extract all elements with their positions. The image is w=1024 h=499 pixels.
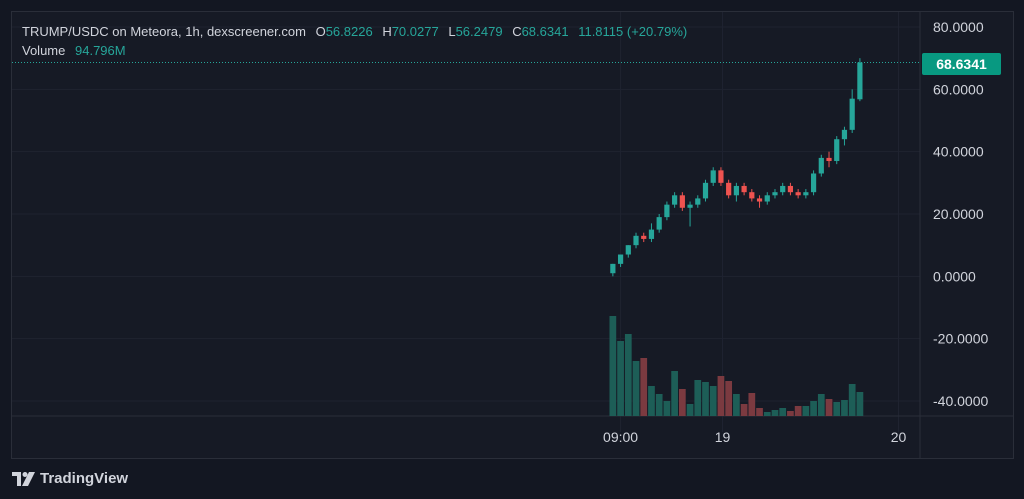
volume-bar [802, 406, 810, 416]
candle-body [849, 98, 855, 130]
low-label: L [448, 24, 456, 39]
volume-bar [817, 394, 825, 416]
symbol-title[interactable]: TRUMP/USDC on Meteora, 1h, dexscreener.c… [22, 24, 306, 39]
volume-bar [833, 402, 841, 416]
candle-body [741, 185, 747, 193]
legend-ohlc: TRUMP/USDC on Meteora, 1h, dexscreener.c… [22, 24, 687, 39]
x-tick-label: 09:00 [603, 429, 638, 445]
volume-bar [733, 394, 740, 416]
volume-bar [632, 361, 640, 416]
candle-body [834, 139, 840, 162]
legend-volume: Volume 94.796M [22, 43, 126, 58]
candle-body [826, 157, 832, 162]
candle-body [710, 170, 716, 183]
volume-bar [779, 408, 787, 416]
candle-body [810, 173, 817, 193]
open-value: 56.8226 [325, 24, 373, 39]
candle-body [656, 217, 662, 230]
y-tick-label: -20.0000 [933, 331, 988, 347]
x-tick-label: 19 [715, 429, 731, 445]
volume-bar [725, 381, 733, 416]
volume-value: 94.796M [75, 43, 126, 58]
candle-body [780, 185, 786, 193]
volume-bar [702, 382, 709, 416]
volume-bar [686, 404, 694, 416]
close-value: 68.6341 [521, 24, 569, 39]
candle-body [664, 204, 670, 218]
candle-body [672, 195, 678, 205]
volume-bar [640, 358, 648, 416]
volume-bar [848, 384, 856, 416]
volume-bar [794, 406, 802, 416]
chart-frame: 80.0000 60.0000 40.0000 20.0000 0.0000 -20.00… [11, 11, 1014, 459]
volume-bar [694, 380, 702, 416]
candle-body [764, 195, 770, 202]
candle-body [695, 198, 701, 205]
y-tick-label: 40.0000 [933, 144, 984, 160]
high-label: H [382, 24, 392, 39]
tradingview-logo-icon [12, 471, 35, 486]
volume-bar [841, 400, 848, 416]
open-label: O [315, 24, 326, 39]
candle-body [625, 245, 631, 255]
candle-body [841, 129, 848, 140]
y-tick-label: 80.0000 [933, 19, 984, 35]
candle-body [749, 192, 755, 199]
volume-bar [671, 371, 678, 416]
candle-body [617, 254, 624, 264]
volume-bar [771, 410, 779, 416]
change-value: 11.8115 (+20.79%) [578, 24, 688, 39]
volume-bar [655, 394, 663, 416]
volume-bar [709, 386, 717, 416]
volume-bar [856, 392, 864, 416]
close-label: C [512, 24, 522, 39]
tradingview-brand: TradingView [40, 470, 129, 487]
candle-body [718, 170, 724, 183]
x-tick-label: 20 [891, 429, 907, 445]
y-tick-label: -40.0000 [933, 393, 988, 409]
volume-bar [663, 401, 671, 416]
volume-bar [678, 389, 686, 416]
candle-body [818, 157, 824, 174]
candle-body [641, 235, 647, 239]
volume-bar [609, 316, 617, 416]
candle-body [795, 192, 801, 196]
candle-body [679, 195, 685, 208]
candle-body [648, 229, 655, 239]
chart-svg[interactable]: 80.0000 60.0000 40.0000 20.0000 0.0000 -20.00… [12, 12, 1013, 458]
candle-body [702, 182, 709, 199]
volume-bar [763, 412, 771, 416]
last-price-tag: 68.6341 [922, 53, 1001, 75]
candle-body [857, 62, 863, 100]
candle-body [787, 185, 794, 193]
candle-body [633, 235, 639, 246]
low-value: 56.2479 [455, 24, 503, 39]
y-tick-label: 60.0000 [933, 81, 984, 97]
volume-bar [624, 334, 632, 416]
y-tick-label: 20.0000 [933, 206, 984, 222]
volume-bar [825, 399, 833, 416]
volume-bar [787, 411, 794, 416]
volume-label: Volume [22, 43, 66, 58]
candle-body [687, 204, 693, 208]
candle-body [772, 192, 778, 196]
volume-bar [740, 404, 748, 416]
tradingview-logo[interactable]: TradingView [12, 470, 128, 487]
volume-bar [717, 376, 725, 416]
y-tick-label: 0.0000 [933, 268, 976, 284]
volume-bar [810, 401, 817, 416]
volume-bar [756, 408, 763, 416]
candle-body [726, 182, 732, 196]
candle-body [756, 198, 763, 202]
volume-bar [617, 341, 624, 416]
candle-body [803, 192, 809, 196]
candle-body [733, 185, 739, 196]
volume-bar [748, 393, 756, 416]
volume-bar [648, 386, 655, 416]
high-value: 70.0277 [391, 24, 439, 39]
candle-body [610, 263, 616, 274]
